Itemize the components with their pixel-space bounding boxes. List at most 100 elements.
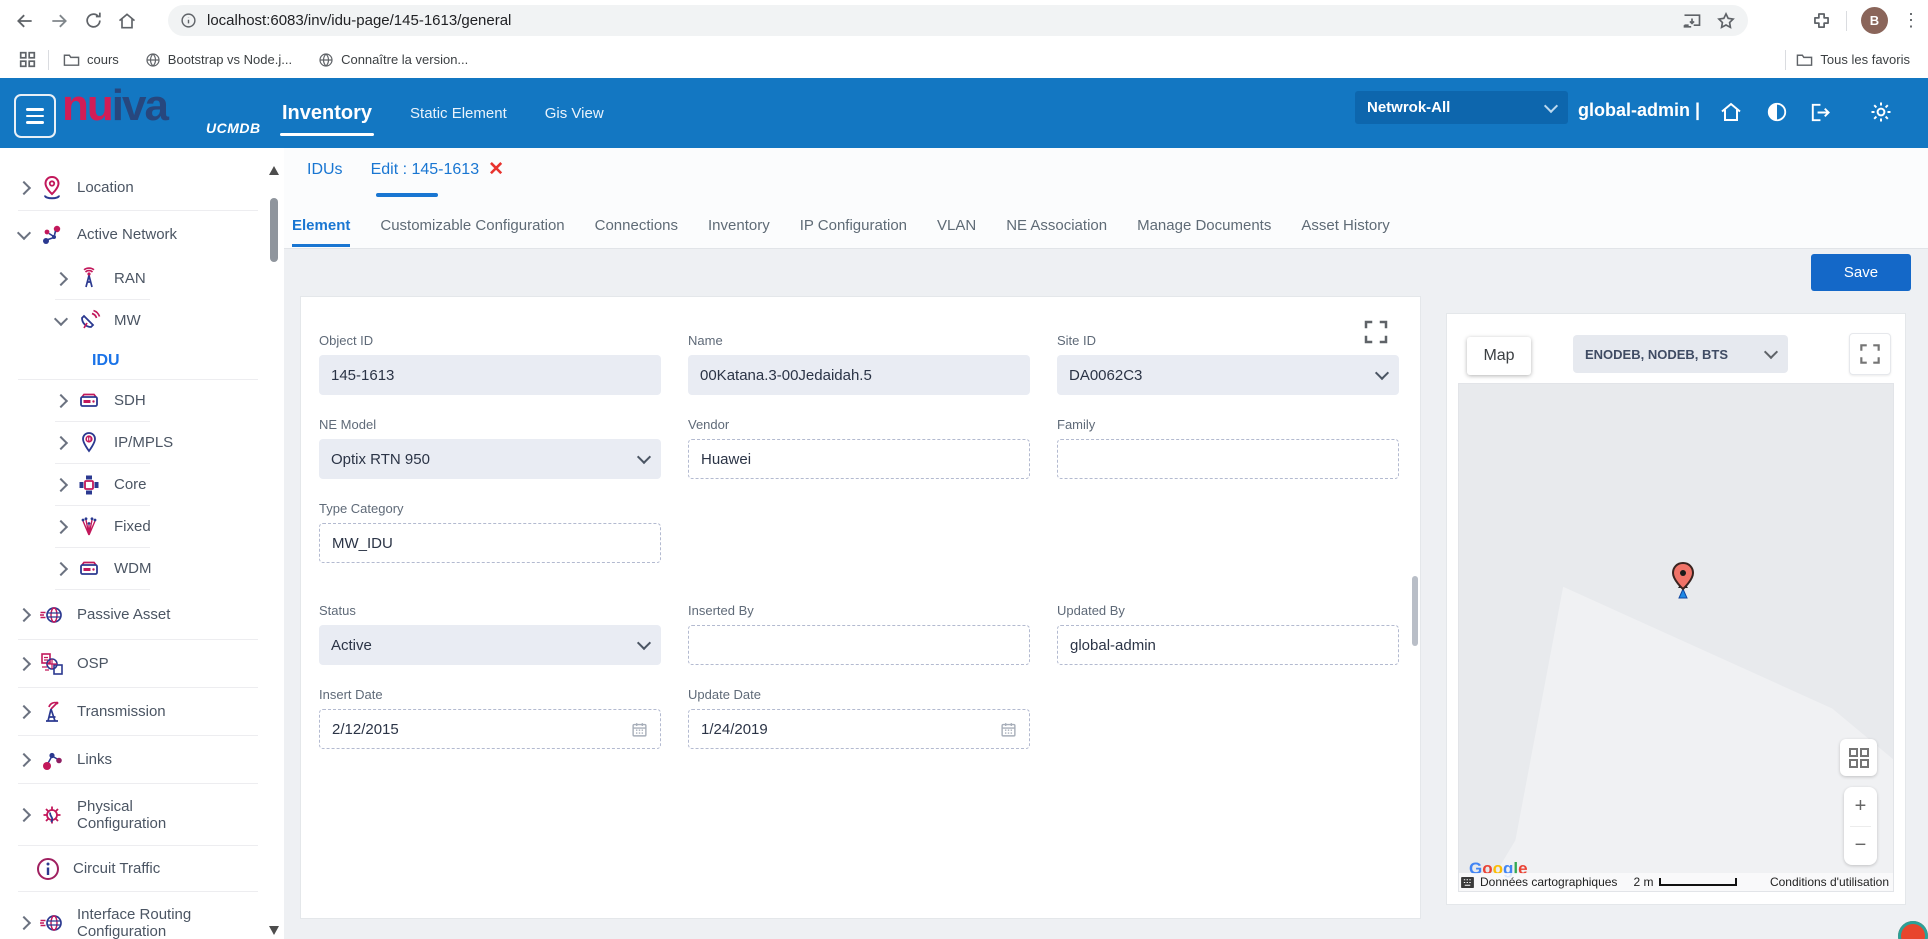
inserted-by-field[interactable]: [688, 625, 1030, 665]
profile-avatar[interactable]: B: [1861, 7, 1888, 34]
form-row-1: Object ID 145-1613 Name 00Katana.3-00Jed…: [319, 333, 1399, 395]
chevron-right-icon: [17, 808, 31, 822]
map-type-button[interactable]: Map: [1467, 337, 1531, 375]
nav-inventory[interactable]: Inventory: [280, 78, 374, 148]
subtab-element[interactable]: Element: [292, 204, 350, 247]
gear-wrench-icon: [37, 802, 67, 828]
family-field[interactable]: [1057, 439, 1399, 479]
map-fullscreen-icon[interactable]: [1849, 333, 1891, 375]
scroll-down-icon[interactable]: [269, 926, 279, 935]
sidebar-item-active-network[interactable]: Active Network: [0, 211, 284, 258]
bookmark-star-icon[interactable]: [1716, 11, 1736, 31]
map-canvas[interactable]: + − Google Données cartographiques 2 m C…: [1458, 383, 1894, 892]
subtab-connections[interactable]: Connections: [595, 204, 678, 247]
browser-home-icon[interactable]: [110, 4, 144, 38]
bookmark-bootstrap[interactable]: Bootstrap vs Node.j...: [145, 52, 292, 68]
info-circle-icon: [33, 856, 63, 882]
sidebar-item-osp[interactable]: OSP: [0, 640, 284, 688]
field-label: Type Category: [319, 501, 661, 516]
field-label: Inserted By: [688, 603, 1030, 618]
forward-icon[interactable]: [42, 4, 76, 38]
calendar-icon[interactable]: [1000, 721, 1017, 738]
sidebar-item-links[interactable]: Links: [0, 736, 284, 784]
scrollbar-thumb[interactable]: [270, 198, 278, 262]
browser-menu-icon[interactable]: ⋮: [1902, 10, 1920, 31]
tab-edit-145-1613[interactable]: Edit : 145-1613 ✕: [371, 160, 504, 179]
refresh-icon[interactable]: [76, 4, 110, 38]
subtab-customizable-configuration[interactable]: Customizable Configuration: [380, 204, 564, 247]
nav-static-element[interactable]: Static Element: [408, 78, 509, 148]
map-tiles-icon[interactable]: [1840, 739, 1877, 776]
bookmark-cours[interactable]: cours: [63, 52, 119, 67]
subtab-inventory[interactable]: Inventory: [708, 204, 770, 247]
map-terms-link[interactable]: Conditions d'utilisation: [1770, 875, 1889, 889]
updated-by-field[interactable]: global-admin: [1057, 625, 1399, 665]
sidebar-item-transmission[interactable]: Transmission: [0, 688, 284, 736]
scroll-up-icon[interactable]: [269, 166, 279, 175]
sidebar-item-ip-mpls[interactable]: IP/MPLS: [0, 422, 284, 464]
insert-date-field[interactable]: 2/12/2015: [319, 709, 661, 749]
floating-action-button[interactable]: [1898, 921, 1928, 939]
settings-gear-icon[interactable]: [1866, 97, 1896, 127]
address-bar[interactable]: localhost:6083/inv/idu-page/145-1613/gen…: [168, 5, 1748, 36]
name-field[interactable]: 00Katana.3-00Jedaidah.5: [688, 355, 1030, 395]
site-id-select[interactable]: DA0062C3: [1057, 355, 1399, 395]
chevron-right-icon: [54, 478, 68, 492]
sidebar-item-idu[interactable]: IDU: [0, 342, 284, 380]
form-scrollbar-thumb[interactable]: [1412, 576, 1418, 646]
calendar-icon[interactable]: [631, 721, 648, 738]
bookmark-connaitre[interactable]: Connaître la version...: [318, 52, 468, 68]
ne-model-select[interactable]: Optix RTN 950: [319, 439, 661, 479]
chevron-right-icon: [17, 608, 31, 622]
sidebar-item-passive-asset[interactable]: Passive Asset: [0, 590, 284, 640]
map-marker[interactable]: [1669, 562, 1697, 604]
hamburger-menu-button[interactable]: [14, 94, 56, 138]
vendor-field[interactable]: Huawei: [688, 439, 1030, 479]
sidebar-item-location[interactable]: Location: [0, 164, 284, 211]
tab-idus[interactable]: IDUs: [307, 161, 343, 179]
subtab-asset-history[interactable]: Asset History: [1301, 204, 1389, 247]
sidebar-scrollbar[interactable]: [269, 166, 279, 935]
logout-icon[interactable]: [1804, 97, 1834, 127]
sidebar: Location Active Network RAN: [0, 148, 284, 939]
zoom-out-button[interactable]: −: [1844, 827, 1877, 866]
close-tab-icon[interactable]: ✕: [488, 160, 504, 179]
site-info-icon[interactable]: [180, 12, 197, 29]
back-icon[interactable]: [8, 4, 42, 38]
install-app-icon[interactable]: [1682, 11, 1702, 31]
status-select[interactable]: Active: [319, 625, 661, 665]
extensions-icon[interactable]: [1811, 10, 1832, 31]
save-button[interactable]: Save: [1811, 254, 1911, 291]
update-date-field[interactable]: 1/24/2019: [688, 709, 1030, 749]
type-category-field[interactable]: MW_IDU: [319, 523, 661, 563]
sidebar-item-circuit-traffic[interactable]: Circuit Traffic: [0, 846, 284, 892]
subtab-ne-association[interactable]: NE Association: [1006, 204, 1107, 247]
sidebar-item-sdh[interactable]: SDH: [0, 380, 284, 422]
globe-speed-icon: [37, 910, 67, 936]
sidebar-item-wdm[interactable]: WDM: [0, 548, 284, 590]
sidebar-item-core[interactable]: Core: [0, 464, 284, 506]
sidebar-item-physical-configuration[interactable]: Physical Configuration: [0, 784, 284, 846]
field-label: Status: [319, 603, 661, 618]
object-id-field[interactable]: 145-1613: [319, 355, 661, 395]
keyboard-shortcuts-icon[interactable]: [1461, 877, 1474, 888]
sidebar-item-interface-routing-configuration[interactable]: Interface Routing Configuration: [0, 892, 284, 939]
zoom-in-button[interactable]: +: [1844, 787, 1877, 826]
sidebar-item-mw[interactable]: MW: [0, 300, 284, 342]
chevron-down-icon: [54, 312, 68, 326]
contrast-icon[interactable]: [1762, 97, 1792, 127]
map-layer-selector[interactable]: ENODEB, NODEB, BTS: [1573, 335, 1788, 373]
content-tabstrip: IDUs Edit : 145-1613 ✕ Element Customiza…: [284, 148, 1928, 249]
sidebar-item-fixed[interactable]: Fixed: [0, 506, 284, 548]
sidebar-item-ran[interactable]: RAN: [0, 258, 284, 300]
home-icon[interactable]: [1716, 97, 1746, 127]
url-text[interactable]: localhost:6083/inv/idu-page/145-1613/gen…: [207, 12, 1682, 29]
network-selector[interactable]: Netwrok-All: [1355, 91, 1568, 124]
all-favorites-folder[interactable]: Tous les favoris: [1796, 52, 1910, 67]
nav-gis-view[interactable]: Gis View: [543, 78, 606, 148]
subtab-manage-documents[interactable]: Manage Documents: [1137, 204, 1271, 247]
subtab-vlan[interactable]: VLAN: [937, 204, 976, 247]
apps-grid-icon[interactable]: [10, 43, 44, 77]
subtab-ip-configuration[interactable]: IP Configuration: [800, 204, 907, 247]
map-data-label[interactable]: Données cartographiques: [1480, 875, 1617, 889]
